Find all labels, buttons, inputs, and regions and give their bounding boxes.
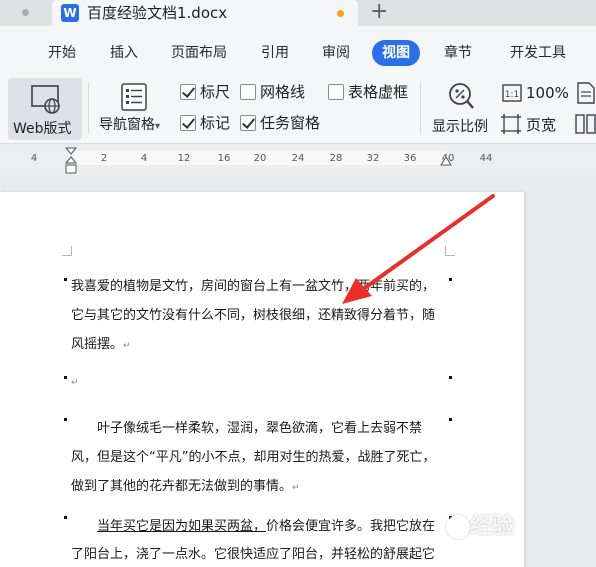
zoom-100-button[interactable]: 100% (526, 84, 569, 102)
web-layout-label: Web版式 (13, 121, 72, 137)
gridlines-checkbox[interactable] (240, 84, 256, 100)
title-bar: W 百度经验文档1.docx + (0, 0, 596, 26)
web-layout-button[interactable]: Web版式 (8, 78, 82, 140)
text-line: 它与其它的文竹没有什么不同，树枝很细，还精致得分着节，随 (71, 308, 436, 323)
ruler-tick: 4 (30, 153, 38, 164)
line-mark (64, 516, 67, 519)
ruler-tick: 12 (177, 153, 191, 164)
line-mark (64, 418, 67, 421)
line-mark (64, 278, 67, 281)
ruler-tick: 2 (100, 153, 108, 164)
text-line: 风，但是这个“平凡”的小不点，却用对生的热爱，战胜了死亡， (71, 450, 436, 465)
new-tab-button[interactable]: + (370, 0, 388, 24)
navigation-pane-icon[interactable] (121, 83, 147, 111)
watermark-text: 经验 (470, 514, 515, 539)
task-pane-checkbox[interactable] (240, 115, 256, 131)
page-width-icon[interactable] (500, 113, 522, 135)
underlined-text: 当年买它是因为如果买两盆， (97, 519, 267, 534)
line-mark (64, 376, 67, 379)
wps-writer-window: W 百度经验文档1.docx + 开始 插入 页面布局 引用 审阅 视图 章节 … (0, 0, 596, 567)
ruler-tick: 28 (329, 153, 343, 164)
multi-page-icon[interactable] (575, 114, 596, 134)
tab-page-layout[interactable]: 页面布局 (171, 43, 227, 63)
text-line: 叶子像绒毛一样柔软，湿润，翠色欲滴，它看上去弱不禁 (97, 421, 423, 436)
text-line-content: 做到了其他的花卉都无法做到的事情。 (71, 479, 293, 494)
wps-writer-icon: W (61, 4, 79, 22)
text-line-content: 风摇摆。 (71, 337, 124, 352)
paragraph-1[interactable]: 我喜爱的植物是文竹，房间的窗台上有一盆文竹，两年前买的， 它与其它的文竹没有什么… (71, 272, 451, 361)
actual-size-icon[interactable]: 1:1 (502, 84, 522, 102)
paragraph-2-cont[interactable]: 风，但是这个“平凡”的小不点，却用对生的热爱，战胜了死亡， 做到了其他的花卉都无… (71, 443, 451, 503)
tab-home[interactable]: 开始 (48, 43, 76, 63)
horizontal-ruler[interactable]: 4 2 4 12 16 20 24 28 32 36 40 44 (0, 145, 596, 175)
right-indent-marker-icon[interactable] (440, 155, 452, 173)
text-line: 了阳台上，浇了一点水。它很快适应了阳台，并轻松的舒展起它 (71, 547, 436, 562)
text-line: 我喜爱的植物是文竹，房间的窗台上有一盆文竹，两年前买的， (71, 279, 436, 294)
unsaved-indicator (337, 10, 344, 17)
paragraph-2[interactable]: 叶子像绒毛一样柔软，湿润，翠色欲滴，它看上去弱不禁 (71, 414, 451, 443)
table-gridlines-checkbox[interactable] (328, 84, 344, 100)
tab-view[interactable]: 视图 (372, 40, 420, 66)
margin-corner (445, 246, 455, 256)
markup-label: 标记 (200, 114, 231, 132)
line-mark (449, 376, 452, 379)
navigation-pane-button[interactable]: 导航窗格▾ (99, 116, 160, 136)
toolbar-divider (88, 82, 89, 134)
indent-marker-icon[interactable] (64, 147, 78, 175)
page-width-label[interactable]: 页宽 (526, 116, 556, 134)
ruler-tick: 16 (217, 153, 231, 164)
tab-chapter[interactable]: 章节 (444, 43, 472, 63)
text-line: 当年买它是因为如果买两盆，价格会便宜许多。我把它放在 (71, 512, 451, 541)
text-line: 做到了其他的花卉都无法做到的事情。↵ (71, 472, 451, 503)
ruler-checkbox[interactable] (180, 84, 196, 100)
zoom-magnifier-icon[interactable] (447, 82, 475, 112)
one-page-icon[interactable] (577, 82, 595, 104)
dropdown-arrow-icon: ▾ (155, 121, 161, 132)
table-gridlines-label: 表格虚框 (348, 83, 409, 101)
text-line: 风摇摆。↵ (71, 330, 451, 361)
home-tab-dot[interactable] (22, 9, 29, 16)
ruler-tick: 4 (140, 153, 148, 164)
navigation-pane-label: 导航窗格 (99, 117, 155, 133)
paragraph-mark-icon: ↵ (71, 378, 79, 388)
document-name: 百度经验文档1.docx (87, 4, 228, 22)
paragraph-mark-icon: ↵ (292, 483, 300, 493)
toolbar-divider (420, 82, 421, 134)
ruler-tick: 20 (253, 153, 267, 164)
markup-checkbox[interactable] (180, 115, 196, 131)
document-page[interactable]: 我喜爱的植物是文竹，房间的窗台上有一盆文竹，两年前买的， 它与其它的文竹没有什么… (0, 192, 524, 567)
svg-text:1:1: 1:1 (505, 90, 519, 100)
tab-references[interactable]: 引用 (261, 43, 289, 63)
task-pane-label: 任务窗格 (260, 114, 321, 132)
text-line-content: 价格会便宜许多。我把它放在 (266, 519, 436, 534)
baidu-paw-logo (446, 515, 470, 539)
gridlines-label: 网格线 (260, 83, 306, 101)
ruler-tick: 44 (479, 153, 493, 164)
ribbon-tabs: 开始 插入 页面布局 引用 审阅 视图 章节 开发工具 (0, 26, 596, 72)
paragraph-3[interactable]: 当年买它是因为如果买两盆，价格会便宜许多。我把它放在 (71, 512, 451, 541)
tab-insert[interactable]: 插入 (110, 43, 138, 63)
ruler-tick: 36 (403, 153, 417, 164)
web-layout-icon (31, 85, 60, 114)
document-tab[interactable]: W 百度经验文档1.docx (52, 0, 358, 26)
view-toolbar: Web版式 导航窗格▾ 标尺 网格线 表格虚框 标记 任务窗格 显示比例 1:1… (0, 72, 596, 144)
tab-developer[interactable]: 开发工具 (510, 43, 566, 63)
ruler-tick: 24 (291, 153, 305, 164)
zoom-label[interactable]: 显示比例 (432, 118, 488, 136)
margin-corner (62, 246, 72, 256)
tab-review[interactable]: 审阅 (322, 43, 350, 63)
ruler-label: 标尺 (200, 83, 231, 101)
paragraph-3-cont[interactable]: 了阳台上，浇了一点水。它很快适应了阳台，并轻松的舒展起它 (71, 540, 451, 567)
ruler-tick: 32 (366, 153, 380, 164)
paragraph-mark-icon: ↵ (123, 341, 131, 351)
